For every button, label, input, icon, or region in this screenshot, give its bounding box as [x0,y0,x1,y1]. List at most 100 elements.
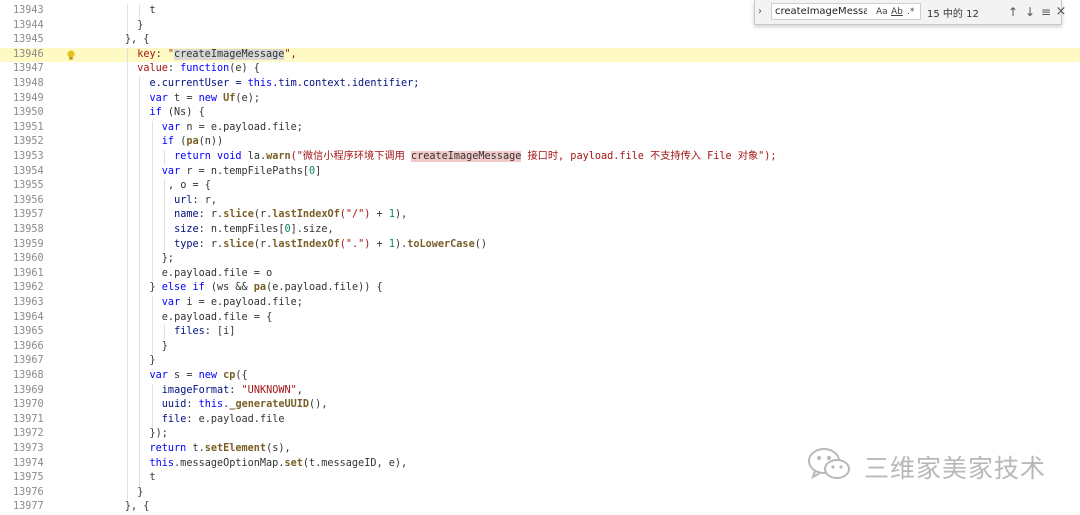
code-line[interactable]: 13959 type: r.slice(r.lastIndexOf(".") + … [0,238,1080,253]
code-line[interactable]: 13964 e.payload.file = { [0,311,1080,326]
code-token: (n)) [198,136,224,148]
code-token: (e.payload.file)) { [266,282,383,294]
indent-guide [151,237,153,253]
code-line[interactable]: 13962} else if (ws && pa(e.payload.file)… [0,281,1080,296]
code-token: ). [394,238,408,250]
indent-guide [139,120,141,136]
next-match-icon[interactable]: ↓ [1023,4,1037,20]
code-line[interactable]: 13963 var i = e.payload.file; [0,296,1080,311]
code-token: : [186,399,199,411]
code-line[interactable]: 13947 value: function(e) { [0,62,1080,77]
previous-match-icon[interactable]: ↑ [1006,4,1020,20]
line-number: 13963 [13,297,44,308]
code-token: ("/") [339,209,371,221]
lightbulb-icon[interactable] [66,50,76,61]
code-editor[interactable]: 13943 t 13944} 13945}, {13946 key: "createIm… [0,0,1080,513]
regex-button[interactable]: .* [907,5,914,19]
code-token: }, { [124,501,150,513]
indent-guide [163,150,165,165]
line-number: 13959 [13,238,44,250]
code-token: Uf [223,92,236,104]
code-line[interactable]: 13967} [0,354,1080,369]
code-line[interactable]: 13969 imageFormat: "UNKNOWN", [0,384,1080,399]
code-token: (ws && [210,282,254,294]
match-case-button[interactable]: Aa [876,5,888,19]
line-number: 13967 [13,355,44,367]
code-text: t [150,4,156,19]
code-token: + [370,238,389,250]
code-line[interactable]: 13950 if (Ns) { [0,106,1080,121]
indent-guide [139,471,141,486]
find-input-box[interactable]: Aa Ab .* [771,3,921,20]
code-line[interactable]: 13945}, { [0,33,1080,48]
line-number: 13947 [13,63,44,75]
code-token: } [149,355,156,367]
code-line[interactable]: 13968 var s = new cp({ [0,369,1080,384]
code-line[interactable]: 13961 e.payload.file = o [0,267,1080,282]
indent-guide [151,383,153,399]
code-token: size [174,224,199,235]
code-token: _generateUUID [229,399,310,411]
code-text: files: [i] [174,325,235,340]
code-text: return t.setElement(s), [150,442,291,457]
code-text: imageFormat: "UNKNOWN", [162,384,303,399]
code-text: } else if (ws && pa(e.payload.file)) { [150,281,383,296]
code-line[interactable]: 13956 url: r, [0,194,1080,209]
line-number: 13961 [13,267,44,279]
indent-guide [151,150,153,165]
code-line[interactable]: 13949 var t = new Uf(e); [0,92,1080,107]
indent-guide [139,193,141,209]
code-line[interactable]: 13953 return void la.warn("微信小程序环境下调用 cre… [0,150,1080,165]
code-text: type: r.slice(r.lastIndexOf(".") + 1).to… [174,238,487,253]
code-line[interactable]: 13958 size: n.tempFiles[0].size, [0,223,1080,238]
code-token: }, { [124,34,150,46]
line-number: 13965 [13,326,44,338]
code-line[interactable]: 13954 var r = n.tempFilePaths[0] [0,165,1080,180]
code-line[interactable]: 13946 key: "createImageMessage", [0,47,1080,63]
code-token: pa [253,282,267,294]
search-match: createImageMessage [410,151,522,162]
code-line[interactable]: 13971 file: e.payload.file [0,413,1080,428]
code-line[interactable]: 13966} [0,340,1080,355]
code-line[interactable]: 13970 uuid: this._generateUUID(), [0,398,1080,413]
indent-guide [139,369,141,384]
code-text: var s = new cp({ [150,369,248,384]
indent-guide [139,135,141,150]
code-line[interactable]: 13976} [0,486,1080,501]
code-token: warn [266,151,291,162]
code-token: : [229,384,242,396]
indent-guide [163,208,165,223]
code-line[interactable]: 13957 name: r.slice(r.lastIndexOf("/") + … [0,208,1080,223]
indent-guide [139,106,141,121]
code-token: t. [192,443,205,454]
code-token: e.currentUser = [149,78,248,89]
whole-word-button[interactable]: Ab [891,5,903,19]
code-token: function [180,63,230,75]
code-text: file: e.payload.file [162,413,285,428]
indent-guide [126,398,128,413]
code-line[interactable]: 13960}; [0,252,1080,267]
code-line[interactable]: 13955 , o = { [0,179,1080,194]
indent-guide [139,325,141,340]
code-token: new [198,370,224,381]
find-input[interactable] [775,4,867,19]
indent-guide [151,252,153,267]
code-line[interactable]: 13951 var n = e.payload.file; [0,121,1080,136]
find-in-selection-icon[interactable]: ≡ [1039,4,1053,20]
code-token: (t.messageID, e), [302,457,408,469]
code-line[interactable]: 13952 if (pa(n)) [0,135,1080,150]
code-text: } [137,486,143,501]
code-token: var [161,297,187,308]
indent-guide [126,296,128,311]
indent-guide [139,442,141,457]
close-icon[interactable]: × [1054,4,1068,20]
code-line[interactable]: 13965 files: [i] [0,325,1080,340]
indent-guide [151,325,153,340]
code-token: 接口时, payload.file 不支持传入 File 对象"); [521,151,777,162]
indent-guide [139,398,141,413]
code-line[interactable]: 13972}); [0,427,1080,442]
match-count: 15 中的 12 [927,9,979,20]
code-line[interactable]: 13948 e.currentUser = this.tim.context.id… [0,77,1080,92]
toggle-replace-icon[interactable]: › [758,5,768,19]
line-number: 13973 [13,443,44,454]
